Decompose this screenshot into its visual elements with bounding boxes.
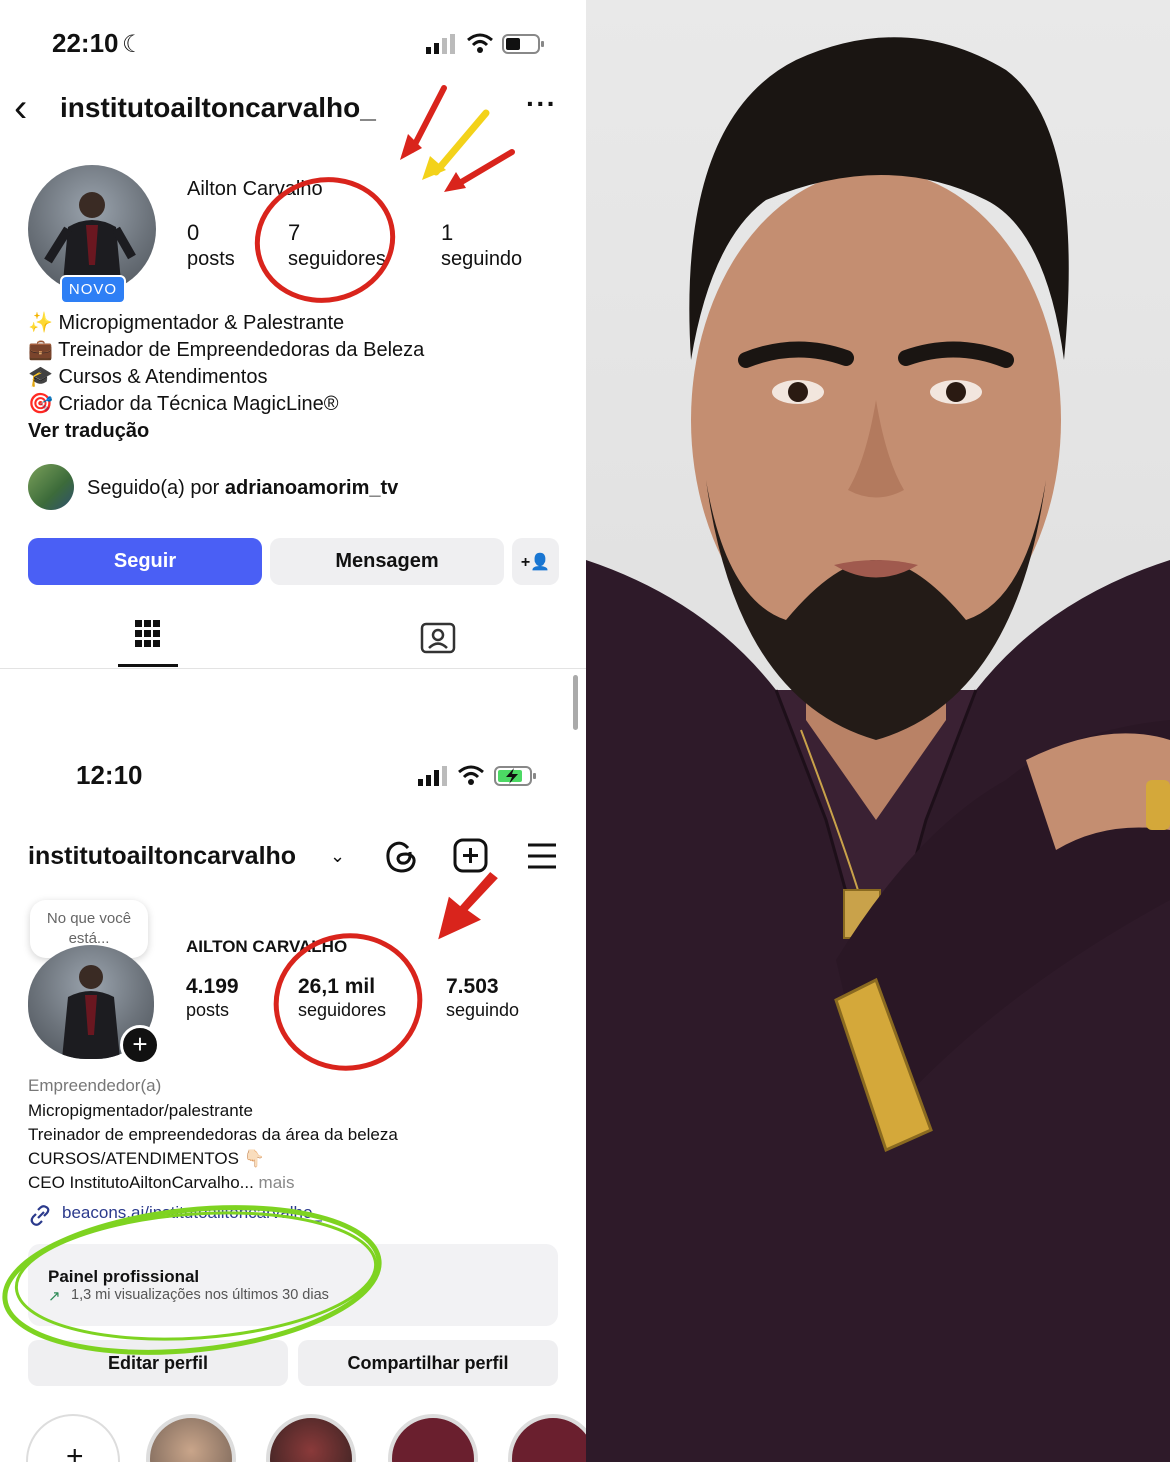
followed-by-user[interactable]: adrianoamorim_tv xyxy=(225,477,398,499)
scrollbar[interactable] xyxy=(573,675,578,730)
highlight-item[interactable] xyxy=(388,1414,478,1462)
suggest-user-button[interactable]: +👤 xyxy=(512,538,559,585)
message-button[interactable]: Mensagem xyxy=(270,538,504,585)
see-translation-link[interactable]: Ver tradução xyxy=(28,418,424,445)
tab-divider xyxy=(0,668,586,669)
red-arrow-annotation xyxy=(433,867,503,945)
bio-line: 🎓 Cursos & Atendimentos xyxy=(28,364,424,391)
bio-line-text: Treinador de Empreendedoras da Beleza xyxy=(58,339,425,361)
bio-line-text: Cursos & Atendimentos xyxy=(58,366,268,388)
bio-line-text: Micropigmentador & Palestrante xyxy=(58,312,345,334)
bio-line: 💼 Treinador de Empreendedoras da Beleza xyxy=(28,337,424,364)
profile-avatar[interactable] xyxy=(28,165,156,293)
portrait-photo xyxy=(586,0,1170,1462)
bio: ✨ Micropigmentador & Palestrante 💼 Trein… xyxy=(28,310,424,445)
target-icon: 🎯 xyxy=(28,393,53,415)
tagged-icon[interactable] xyxy=(420,620,456,654)
followed-by-text[interactable]: Seguido(a) por adrianoamorim_tv xyxy=(87,477,398,500)
battery-charging-icon xyxy=(494,766,536,786)
red-arrow-annotation xyxy=(455,149,515,187)
highlight-item[interactable] xyxy=(266,1414,356,1462)
status-time: 22:10 xyxy=(52,28,119,58)
signal-icon xyxy=(426,34,455,54)
highlight-item[interactable] xyxy=(508,1414,586,1462)
battery-icon xyxy=(502,34,544,54)
new-badge: NOVO xyxy=(60,275,126,304)
highlight-item[interactable] xyxy=(146,1414,236,1462)
green-circle-annotation xyxy=(2,1205,382,1355)
briefcase-icon: 💼 xyxy=(28,339,53,361)
sparkles-icon: ✨ xyxy=(28,312,53,334)
red-circle-annotation xyxy=(254,177,396,303)
posts-label: posts xyxy=(187,248,235,270)
follower-avatar[interactable] xyxy=(28,464,74,510)
graduation-cap-icon: 🎓 xyxy=(28,366,53,388)
follow-button[interactable]: Seguir xyxy=(28,538,262,585)
bio-line: 🎯 Criador da Técnica MagicLine® xyxy=(28,391,424,418)
annotation-overlay xyxy=(254,85,515,303)
plus-icon: + xyxy=(66,1440,84,1462)
bio-line-text: Criador da Técnica MagicLine® xyxy=(58,393,339,415)
yellow-arrow-annotation xyxy=(432,109,490,176)
followed-by-prefix: Seguido(a) por xyxy=(87,477,225,499)
wifi-icon xyxy=(458,765,484,785)
posts-count: 0 xyxy=(187,220,200,245)
back-chevron-icon[interactable]: ‹ xyxy=(14,86,27,131)
status-time: 12:10 xyxy=(76,760,143,790)
signal-icon xyxy=(418,766,447,786)
avatar-person-image xyxy=(44,192,136,293)
moon-icon: ☾ xyxy=(122,31,144,58)
grid-icon[interactable] xyxy=(133,618,163,654)
portrait-illustration xyxy=(586,37,1170,1462)
red-arrow-annotation xyxy=(409,85,447,153)
wifi-icon xyxy=(467,33,493,53)
red-circle-annotation xyxy=(273,933,423,1071)
bio-line: ✨ Micropigmentador & Palestrante xyxy=(28,310,424,337)
annotation-overlay xyxy=(2,867,503,1355)
active-tab-indicator xyxy=(118,664,178,667)
screenshots-panel: 22:10 ☾ ‹ institutoailtoncarvalho_ ··· N… xyxy=(0,0,586,1462)
more-options-icon[interactable]: ··· xyxy=(526,88,557,120)
